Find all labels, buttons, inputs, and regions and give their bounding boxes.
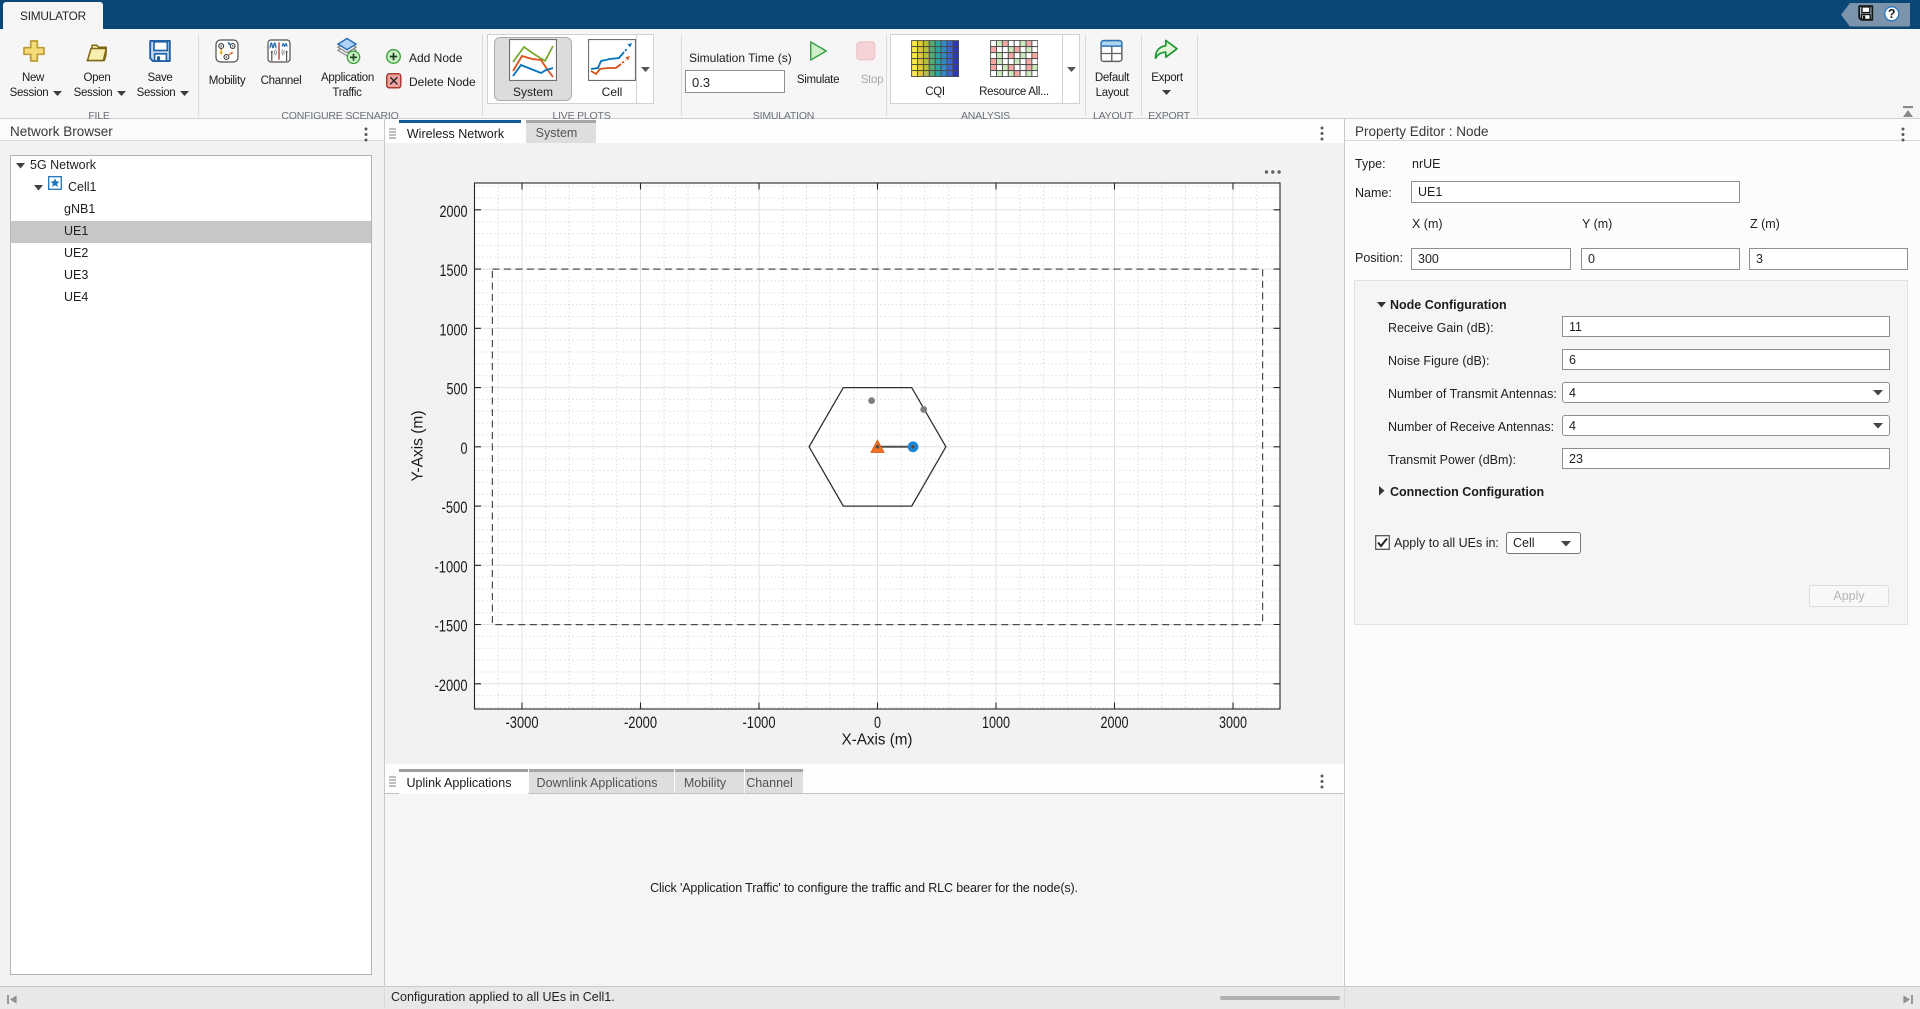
svg-text:?: ? bbox=[1888, 7, 1896, 21]
svg-text:0: 0 bbox=[461, 439, 468, 458]
svg-text:0: 0 bbox=[874, 713, 881, 732]
svg-text:1000: 1000 bbox=[440, 320, 468, 339]
svg-text:1000: 1000 bbox=[982, 713, 1010, 732]
svg-text:-1000: -1000 bbox=[743, 713, 776, 732]
svg-text:2000: 2000 bbox=[440, 202, 468, 221]
svg-text:-2000: -2000 bbox=[435, 676, 468, 695]
svg-text:-3000: -3000 bbox=[506, 713, 539, 732]
svg-text:2000: 2000 bbox=[1101, 713, 1129, 732]
svg-text:X-Axis (m): X-Axis (m) bbox=[842, 732, 913, 749]
svg-text:Y-Axis (m): Y-Axis (m) bbox=[410, 411, 427, 482]
svg-text:-1500: -1500 bbox=[435, 617, 468, 636]
svg-text:-2000: -2000 bbox=[624, 713, 657, 732]
svg-text:-500: -500 bbox=[442, 498, 468, 517]
svg-text:500: 500 bbox=[447, 380, 468, 399]
svg-text:3000: 3000 bbox=[1219, 713, 1247, 732]
svg-text:-1000: -1000 bbox=[435, 557, 468, 576]
svg-text:1500: 1500 bbox=[440, 261, 468, 280]
